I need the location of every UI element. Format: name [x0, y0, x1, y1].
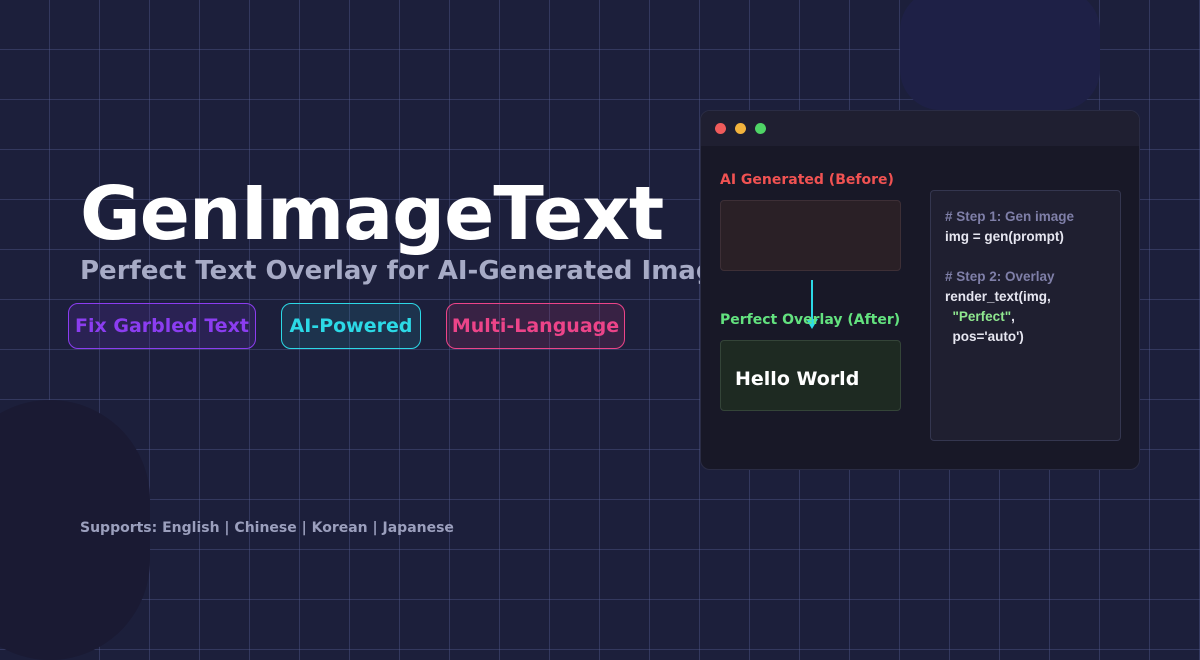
badge-ai-powered: AI-Powered [281, 303, 421, 349]
code-comment-step2: # Step 2: Overlay [945, 269, 1055, 284]
hero-subtitle: Perfect Text Overlay for AI-Generated Im… [80, 256, 733, 286]
maximize-dot-icon[interactable] [755, 123, 766, 134]
code-string-literal: "Perfect" [952, 309, 1012, 324]
badge-fix-garbled-text: Fix Garbled Text [68, 303, 256, 349]
supports-text: Supports: English | Chinese | Korean | J… [80, 520, 454, 536]
minimize-dot-icon[interactable] [735, 123, 746, 134]
decorative-blob-top [900, 0, 1100, 110]
code-line-gen: img = gen(prompt) [945, 229, 1064, 244]
hero-title: GenImageText [80, 171, 664, 257]
close-dot-icon[interactable] [715, 123, 726, 134]
before-label: AI Generated (Before) [720, 172, 894, 188]
code-comma: , [1011, 309, 1015, 324]
code-panel: # Step 1: Gen image img = gen(prompt) # … [930, 190, 1121, 441]
after-image-text: Hello World [735, 368, 860, 390]
after-image-box: Hello World [720, 340, 901, 411]
demo-window: AI Generated (Before) Perfect Overlay (A… [700, 110, 1140, 470]
code-line-render: render_text(img, [945, 289, 1051, 304]
code-line-pos: pos='auto') [945, 329, 1024, 344]
code-line-string: "Perfect", [945, 307, 1120, 327]
badge-multi-language: Multi-Language [446, 303, 625, 349]
before-image-box [720, 200, 901, 271]
window-title-bar [701, 111, 1139, 146]
code-comment-step1: # Step 1: Gen image [945, 209, 1075, 224]
after-label: Perfect Overlay (After) [720, 312, 901, 328]
